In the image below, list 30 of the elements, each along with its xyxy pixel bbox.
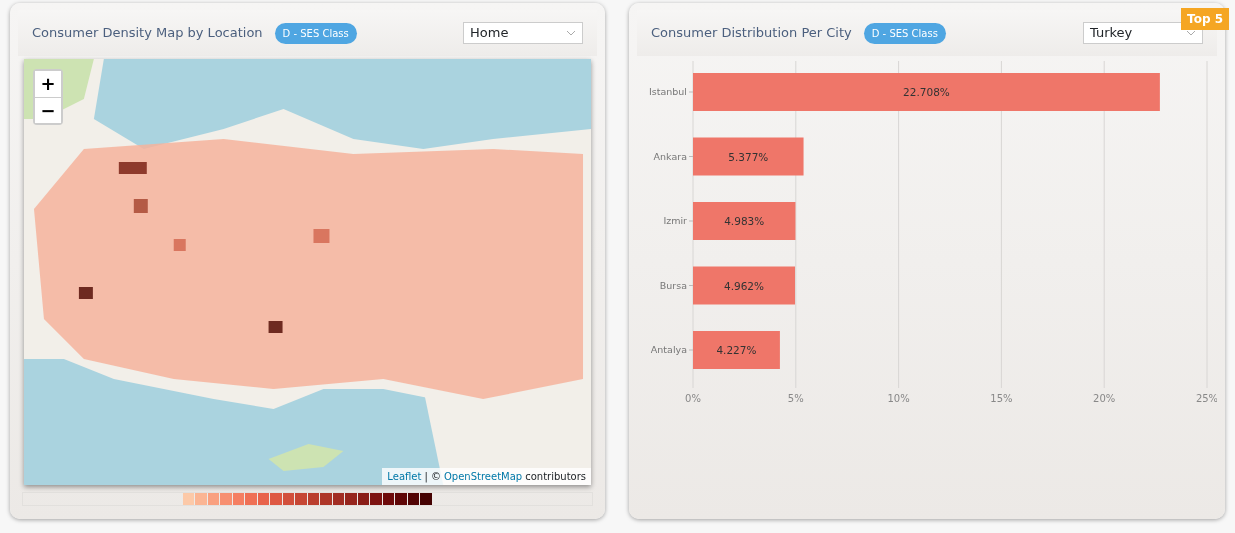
dropdown-field[interactable]: Turkey [1083, 22, 1203, 44]
top-ribbon: Top 5 [1181, 8, 1229, 30]
value-label: 22.708% [903, 86, 950, 98]
axis-tick-label: 15% [990, 393, 1013, 404]
zoom-out-button[interactable]: − [35, 97, 61, 123]
attribution-text: | © [424, 470, 441, 484]
dropdown-field[interactable]: Home [463, 22, 583, 44]
category-label: Ankara [653, 150, 687, 162]
axis-tick-label: 10% [887, 393, 910, 404]
chevron-down-icon [566, 30, 576, 36]
value-label: 5.377% [728, 150, 769, 163]
class-badge: D - SES Class [274, 22, 357, 44]
axis-tick-label: 25% [1195, 393, 1217, 404]
category-label: Antalya [650, 344, 687, 355]
axis-tick-label: 0% [685, 393, 701, 404]
axis-tick-label: 20% [1093, 393, 1116, 404]
value-label: 4.983% [724, 215, 765, 227]
category-label: Istanbul [649, 86, 687, 97]
category-label: Bursa [659, 279, 687, 291]
chevron-down-icon [1186, 30, 1196, 36]
value-label: 4.227% [716, 344, 757, 356]
attribution-text: contributors [525, 470, 586, 484]
value-label: 4.962% [724, 279, 765, 292]
panel-title: Consumer Density Map by Location [32, 24, 263, 43]
category-label: Izmir [663, 215, 687, 226]
openstreetmap-link[interactable]: OpenStreetMap [444, 469, 523, 484]
leaflet-link[interactable]: Leaflet [387, 469, 422, 484]
axis-tick-label: 5% [787, 393, 804, 404]
panel-title: Consumer Distribution Per City [651, 24, 852, 43]
class-badge: D - SES Class [863, 22, 946, 44]
